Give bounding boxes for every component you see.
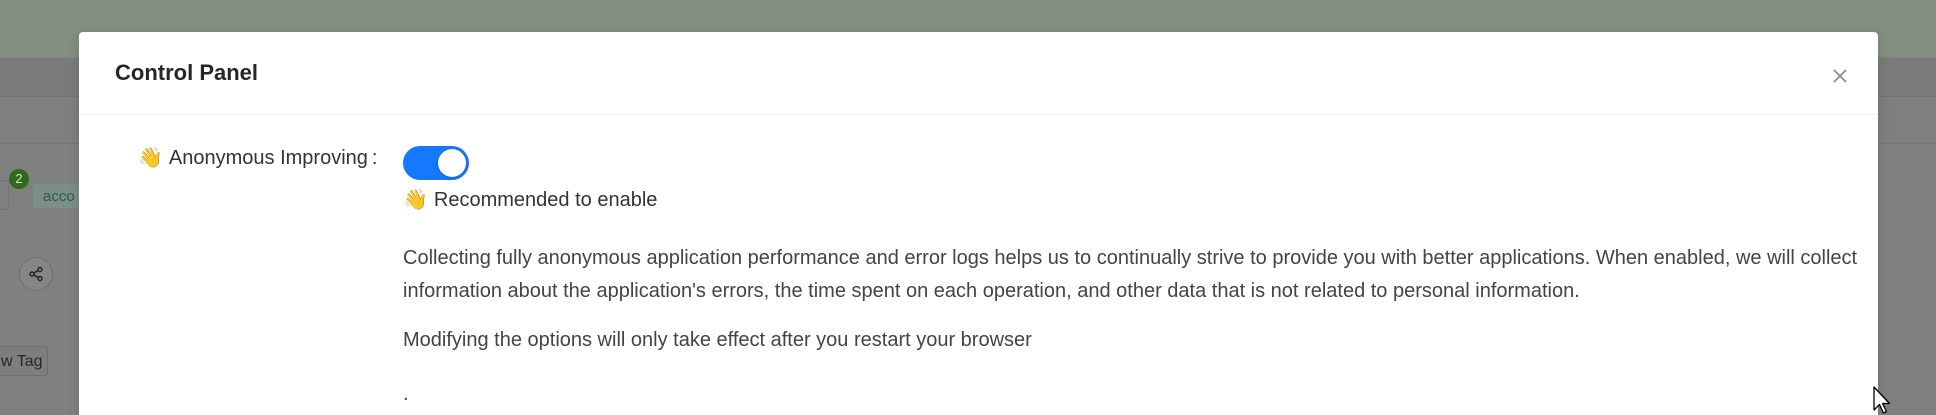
waving-hand-icon: 👋: [138, 147, 163, 169]
share-icon: [19, 257, 53, 291]
close-icon[interactable]: [1828, 64, 1852, 88]
label-colon: :: [371, 147, 378, 169]
mouse-cursor-icon: [1873, 386, 1891, 415]
waving-hand-icon: 👋: [403, 189, 428, 211]
anonymous-improving-label: 👋 Anonymous Improving:: [138, 145, 377, 170]
modal-title: Control Panel: [115, 60, 259, 85]
anonymous-improving-toggle[interactable]: [403, 146, 469, 180]
restart-note: Modifying the options will only take eff…: [403, 329, 1032, 351]
new-tag-button: w Tag: [0, 346, 48, 376]
modal-header: Control Panel: [79, 32, 1878, 115]
setting-description: Collecting fully anonymous application p…: [403, 247, 1858, 302]
recommend-text: Recommended to enable: [433, 189, 658, 211]
recommend-hint: 👋 Recommended to enable: [403, 187, 657, 212]
setting-label-text: Anonymous Improving: [168, 147, 368, 169]
toggle-knob: [438, 149, 466, 177]
background-tag-edge: [0, 180, 9, 210]
control-panel-modal: Control Panel 👋 Anonymous Improving: 👋 Rec…: [79, 32, 1878, 415]
trailing-text: .: [403, 383, 409, 405]
count-badge: 2: [9, 169, 29, 189]
